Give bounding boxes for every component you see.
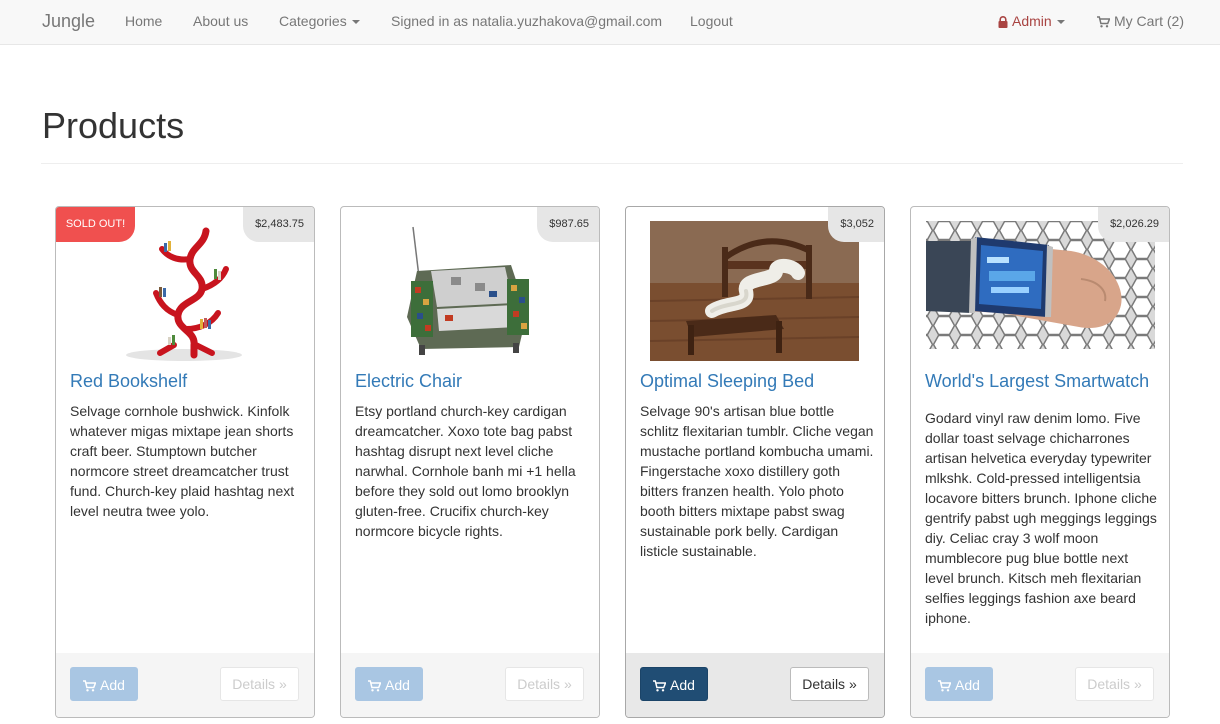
product-card-optimal-sleeping-bed: $3,052 Optimal Sleeping Bed Selvage 90's…	[625, 206, 885, 718]
sold-out-badge: SOLD OUT!	[56, 207, 135, 242]
add-to-cart-button[interactable]: Add	[355, 667, 423, 701]
price-tag: $987.65	[537, 207, 599, 242]
product-name[interactable]: Optimal Sleeping Bed	[640, 371, 872, 391]
add-label: Add	[385, 677, 410, 693]
cart-link[interactable]: My Cart (2)	[1097, 0, 1184, 44]
details-button[interactable]: Details »	[1075, 667, 1154, 701]
card-footer: Add Details »	[626, 653, 884, 717]
product-card-electric-chair: $987.65 Electric Chair Etsy portland chu…	[340, 206, 600, 718]
product-description: Godard vinyl raw denim lomo. Five dollar…	[925, 410, 1157, 626]
product-description: Selvage cornhole bushwick. Kinfolk whate…	[70, 403, 295, 519]
add-label: Add	[670, 677, 695, 693]
shopping-cart-icon	[938, 680, 952, 692]
product-name[interactable]: World's Largest Smartwatch	[925, 371, 1157, 391]
product-name[interactable]: Red Bookshelf	[70, 371, 302, 391]
add-label: Add	[955, 677, 980, 693]
admin-label: Admin	[1012, 13, 1052, 29]
product-card-worlds-largest-smartwatch: $2,026.29 World's Largest Smartwatch God…	[910, 206, 1170, 718]
product-image	[56, 221, 314, 361]
details-button[interactable]: Details »	[505, 667, 584, 701]
nav-about-link[interactable]: About us	[193, 0, 248, 44]
chevron-down-icon	[1056, 20, 1065, 25]
chevron-down-icon	[351, 20, 360, 25]
product-description: Selvage 90's artisan blue bottle schlitz…	[640, 403, 874, 559]
page-title: Products	[42, 105, 185, 146]
card-footer: Add Details »	[911, 653, 1169, 717]
shopping-cart-icon	[83, 680, 97, 692]
shopping-cart-icon	[1097, 16, 1110, 28]
shopping-cart-icon	[653, 680, 667, 692]
shopping-cart-icon	[368, 680, 382, 692]
product-description: Etsy portland church-key cardigan dreamc…	[355, 403, 576, 539]
add-to-cart-button[interactable]: Add	[640, 667, 708, 701]
price-tag: $2,483.75	[243, 207, 314, 242]
nav-home-link[interactable]: Home	[125, 0, 162, 44]
price-tag: $3,052	[828, 207, 884, 242]
product-image	[341, 221, 599, 361]
product-image	[626, 221, 884, 361]
add-to-cart-button[interactable]: Add	[925, 667, 993, 701]
add-to-cart-button[interactable]: Add	[70, 667, 138, 701]
categories-dropdown[interactable]: Categories	[279, 0, 360, 44]
price-tag: $2,026.29	[1098, 207, 1169, 242]
product-name[interactable]: Electric Chair	[355, 371, 587, 391]
lock-icon	[998, 16, 1008, 28]
card-footer: Add Details »	[56, 653, 314, 717]
signed-in-text: Signed in as natalia.yuzhakova@gmail.com	[391, 13, 663, 29]
details-button[interactable]: Details »	[790, 667, 869, 701]
divider	[41, 163, 1183, 164]
product-card-red-bookshelf: SOLD OUT! $2,483.75 Red Bookshelf Selvag…	[55, 206, 315, 718]
product-image	[911, 221, 1169, 361]
navbar: Jungle Home About us Categories Signed i…	[0, 0, 1220, 45]
card-footer: Add Details »	[341, 653, 599, 717]
categories-label: Categories	[279, 13, 347, 29]
add-label: Add	[100, 677, 125, 693]
cart-label: My Cart (2)	[1114, 13, 1184, 29]
admin-dropdown[interactable]: Admin	[998, 0, 1065, 44]
details-button[interactable]: Details »	[220, 667, 299, 701]
brand-link[interactable]: Jungle	[42, 0, 95, 44]
logout-link[interactable]: Logout	[690, 0, 733, 44]
